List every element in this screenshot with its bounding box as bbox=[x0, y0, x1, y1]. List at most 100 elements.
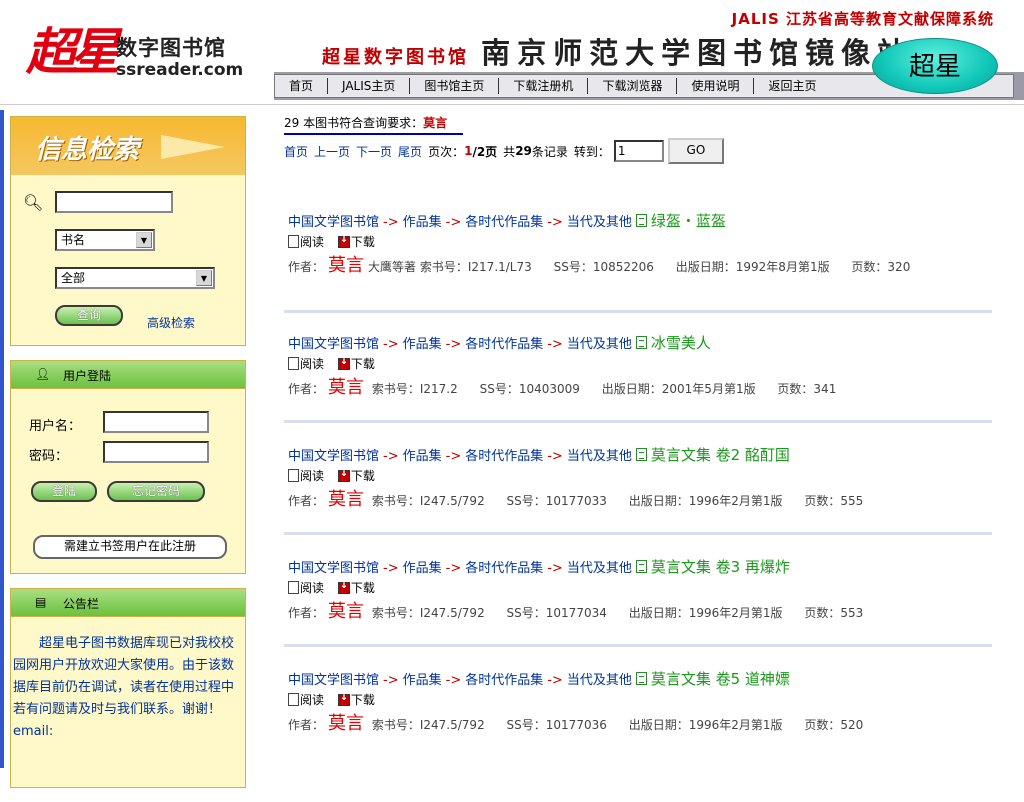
advanced-search-link[interactable]: 高级检索 bbox=[147, 314, 195, 331]
call-no: I217.1/L73 bbox=[467, 260, 532, 274]
nav-help[interactable]: 使用说明 bbox=[677, 78, 755, 94]
path-arrow: -> bbox=[445, 337, 462, 352]
nav-jalis[interactable]: JALIS主页 bbox=[328, 78, 411, 94]
path-era-link[interactable]: 各时代作品集 bbox=[465, 337, 543, 352]
path-contemporary-link[interactable]: 当代及其他 bbox=[567, 449, 632, 464]
read-icon bbox=[288, 235, 299, 248]
author-name: 莫言 bbox=[328, 489, 365, 510]
record-title-link[interactable]: 莫言文集 卷5 道神嫖 bbox=[651, 670, 790, 688]
scope-select[interactable]: 全部 ▼ bbox=[55, 267, 215, 289]
banner: 超星数字图书馆 南京师范大学图书馆镜像站 bbox=[322, 30, 913, 72]
record-title-link[interactable]: 冰雪美人 bbox=[651, 334, 711, 352]
header-divider bbox=[0, 104, 1024, 105]
read-icon bbox=[288, 469, 299, 482]
path-library-link[interactable]: 中国文学图书馆 bbox=[288, 337, 379, 352]
read-label: 阅读 bbox=[300, 581, 325, 595]
password-input[interactable] bbox=[103, 441, 209, 463]
login-button[interactable]: 登陆 bbox=[31, 481, 97, 502]
path-contemporary-link[interactable]: 当代及其他 bbox=[567, 561, 632, 576]
username-input[interactable] bbox=[103, 411, 209, 433]
register-button[interactable]: 需建立书签用户在此注册 bbox=[33, 535, 227, 559]
read-button[interactable]: 阅读 bbox=[288, 693, 324, 707]
logo[interactable]: 超星 数字图书馆 ssreader.com bbox=[18, 18, 248, 88]
download-label: 下载 bbox=[350, 693, 375, 707]
download-button[interactable]: 下载 bbox=[337, 692, 375, 707]
path-collection-link[interactable]: 作品集 bbox=[403, 673, 442, 688]
nav-download-browser[interactable]: 下载浏览器 bbox=[588, 78, 678, 94]
user-icon: 👤︎ bbox=[35, 367, 51, 381]
ss-no-label: SS号： bbox=[506, 606, 546, 620]
chevron-down-icon: ▼ bbox=[196, 270, 212, 286]
search-panel-header: 信息检索 bbox=[11, 117, 245, 175]
call-no-label: 索书号： bbox=[371, 606, 420, 620]
read-icon bbox=[288, 693, 299, 706]
download-button[interactable]: 下载 bbox=[337, 356, 375, 371]
username-label: 用户名： bbox=[29, 419, 82, 434]
download-button[interactable]: 下载 bbox=[337, 468, 375, 483]
pager-total-count: 29 bbox=[515, 144, 532, 158]
path-library-link[interactable]: 中国文学图书馆 bbox=[288, 449, 379, 464]
pager-prev[interactable]: 上一页 bbox=[314, 143, 350, 160]
path-collection-link[interactable]: 作品集 bbox=[403, 449, 442, 464]
path-collection-link[interactable]: 作品集 bbox=[403, 561, 442, 576]
forgot-password-button[interactable]: 忘记密码 bbox=[107, 481, 205, 502]
nav-return-home[interactable]: 返回主页 bbox=[754, 78, 830, 94]
notice-panel-title: 公告栏 bbox=[63, 597, 100, 611]
path-library-link[interactable]: 中国文学图书馆 bbox=[288, 215, 379, 230]
result-count-text: 29 本图书符合查询要求： bbox=[284, 116, 424, 130]
ss-no: 10177036 bbox=[545, 718, 607, 732]
path-contemporary-link[interactable]: 当代及其他 bbox=[567, 215, 632, 230]
ss-no-label: SS号： bbox=[479, 382, 519, 396]
record-title-link[interactable]: 莫言文集 卷2 酩酊国 bbox=[651, 446, 790, 464]
pager-next[interactable]: 下一页 bbox=[356, 143, 392, 160]
author-label: 作者： bbox=[288, 494, 325, 508]
download-icon bbox=[337, 692, 350, 706]
download-button[interactable]: 下载 bbox=[337, 234, 375, 249]
path-contemporary-link[interactable]: 当代及其他 bbox=[567, 673, 632, 688]
nav-download-register[interactable]: 下载注册机 bbox=[499, 78, 589, 94]
author-name: 莫言 bbox=[328, 255, 365, 276]
query-button[interactable]: 查询 bbox=[55, 305, 123, 326]
read-button[interactable]: 阅读 bbox=[288, 469, 324, 483]
nav-library[interactable]: 图书馆主页 bbox=[410, 78, 500, 94]
path-collection-link[interactable]: 作品集 bbox=[403, 215, 442, 230]
path-arrow: -> bbox=[547, 337, 563, 352]
read-button[interactable]: 阅读 bbox=[288, 235, 324, 249]
path-library-link[interactable]: 中国文学图书馆 bbox=[288, 673, 379, 688]
read-button[interactable]: 阅读 bbox=[288, 581, 324, 595]
record-actions: 阅读 下载 bbox=[288, 467, 1000, 484]
path-contemporary-link[interactable]: 当代及其他 bbox=[567, 337, 632, 352]
path-era-link[interactable]: 各时代作品集 bbox=[465, 215, 543, 230]
record-title-link[interactable]: 绿盔・蓝盔 bbox=[651, 212, 726, 230]
read-label: 阅读 bbox=[300, 469, 325, 483]
path-library-link[interactable]: 中国文学图书馆 bbox=[288, 561, 379, 576]
result-keyword: 莫言 bbox=[423, 116, 448, 130]
path-era-link[interactable]: 各时代作品集 bbox=[465, 449, 543, 464]
pub-date: 1996年2月第1版 bbox=[688, 494, 783, 508]
record-path: 中国文学图书馆 -> 作品集 -> 各时代作品集 -> 当代及其他 莫言文集 卷2 酩酊国 bbox=[288, 444, 1000, 465]
path-era-link[interactable]: 各时代作品集 bbox=[465, 673, 543, 688]
nav-home[interactable]: 首页 bbox=[275, 78, 329, 94]
path-arrow: -> bbox=[383, 673, 399, 688]
pager-first[interactable]: 首页 bbox=[284, 143, 308, 160]
download-icon bbox=[337, 356, 350, 370]
arrow-decoration-icon bbox=[161, 135, 225, 159]
download-button[interactable]: 下载 bbox=[337, 580, 375, 595]
pager-page-current: 1 bbox=[464, 144, 473, 158]
record-actions: 阅读 下载 bbox=[288, 233, 1000, 250]
field-select[interactable]: 书名 ▼ bbox=[55, 229, 155, 251]
ss-no-label: SS号： bbox=[506, 718, 546, 732]
record-meta: 作者： 莫言 大鹰等著 索书号：I217.1/L73 SS号：10852206 出版… bbox=[288, 256, 1000, 277]
results-area: 29 本图书符合查询要求：莫言 首页 上一页 下一页 尾页 页次： 1/2页 共2… bbox=[284, 114, 1004, 734]
goto-input[interactable]: 1 bbox=[613, 140, 664, 162]
pager-last[interactable]: 尾页 bbox=[398, 143, 422, 160]
record-title-link[interactable]: 莫言文集 卷3 再爆炸 bbox=[651, 558, 790, 576]
call-no-label: 索书号： bbox=[419, 260, 468, 274]
path-collection-link[interactable]: 作品集 bbox=[403, 337, 442, 352]
path-era-link[interactable]: 各时代作品集 bbox=[465, 561, 543, 576]
download-icon bbox=[337, 234, 350, 248]
list-item: 中国文学图书馆 -> 作品集 -> 各时代作品集 -> 当代及其他 莫言文集 卷5 道神嫖 阅… bbox=[288, 668, 1000, 735]
search-input[interactable] bbox=[55, 191, 173, 213]
read-button[interactable]: 阅读 bbox=[288, 357, 324, 371]
go-button[interactable]: GO bbox=[667, 138, 724, 164]
